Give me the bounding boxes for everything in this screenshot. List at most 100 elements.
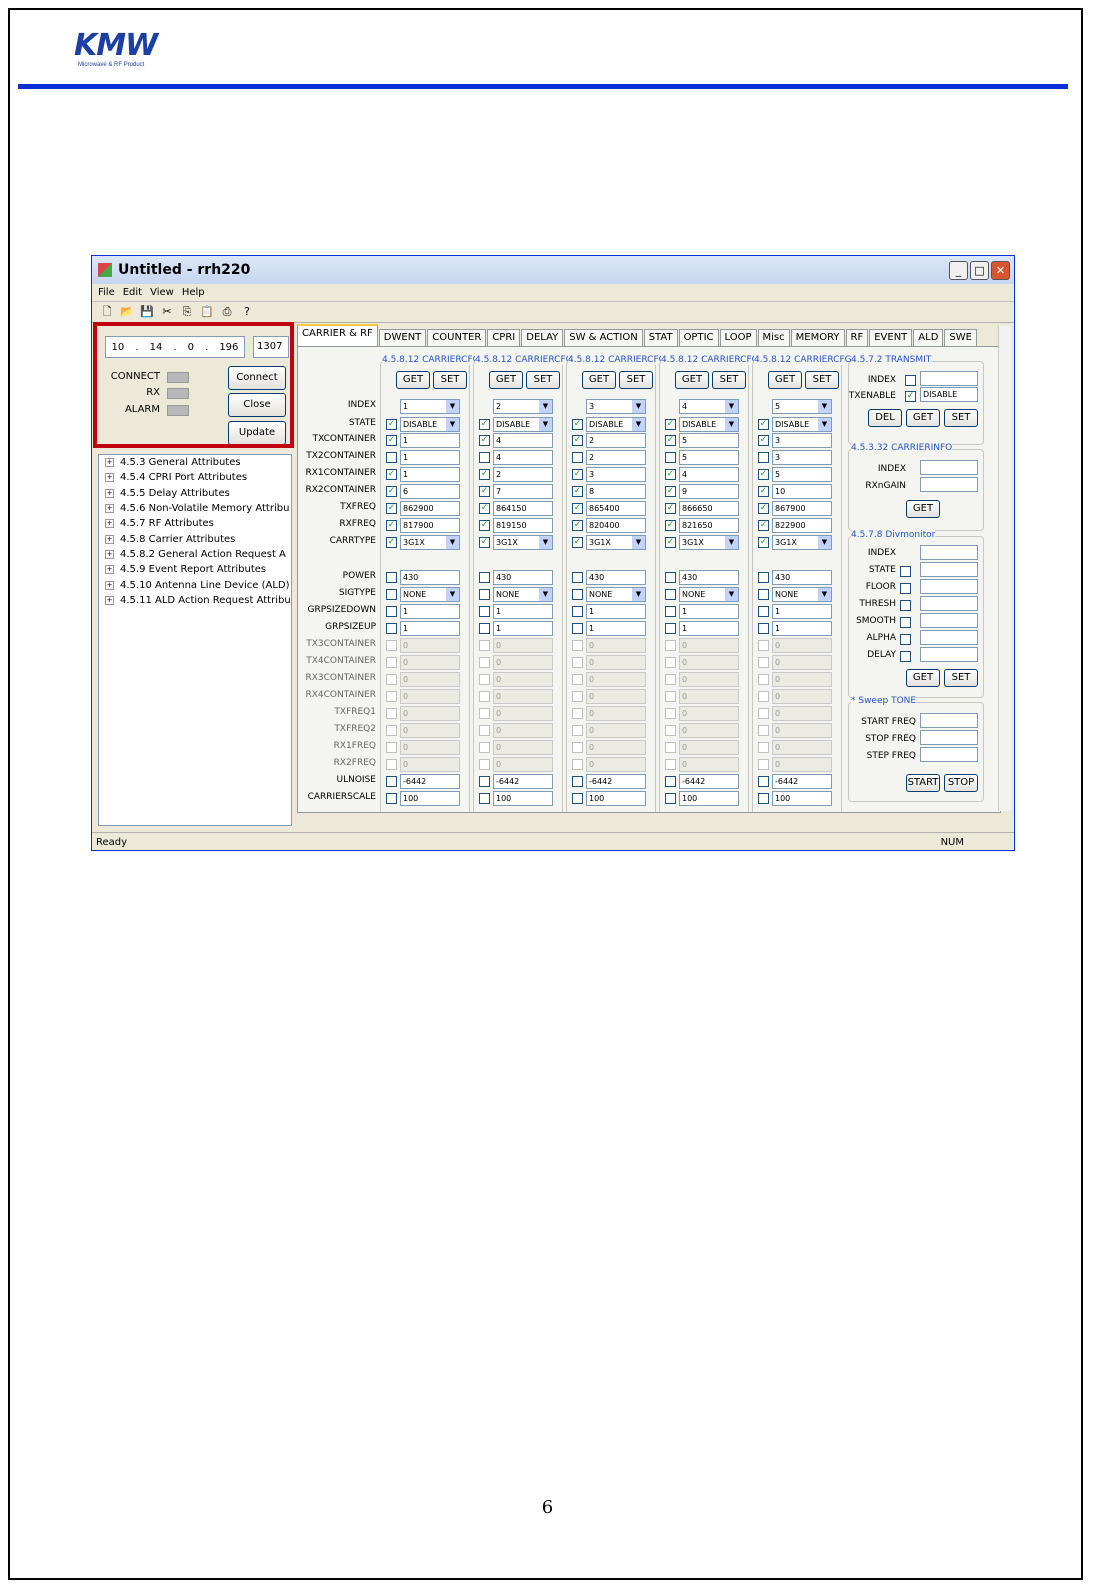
carriercfg-title[interactable]: 4.5.8.12 CARRIERCFG bbox=[661, 355, 759, 365]
dropdown-arrow-icon[interactable]: ▼ bbox=[632, 588, 645, 601]
transmit-index-label[interactable]: INDEX bbox=[818, 375, 896, 385]
value-field[interactable]: 4 bbox=[679, 467, 739, 482]
row-checkbox[interactable]: ✓ bbox=[386, 503, 397, 514]
value-field[interactable]: 3G1X ▼ bbox=[679, 535, 739, 550]
menu-help[interactable]: Help bbox=[182, 287, 205, 298]
value-field[interactable]: 100 bbox=[493, 791, 553, 806]
row-checkbox[interactable] bbox=[386, 589, 397, 600]
transmit-get-button[interactable]: GET bbox=[906, 409, 940, 427]
value-field[interactable]: 862900 bbox=[400, 501, 460, 516]
set-button[interactable]: SET bbox=[712, 371, 746, 389]
value-field[interactable]: 100 bbox=[400, 791, 460, 806]
dropdown-arrow-icon[interactable]: ▼ bbox=[818, 418, 831, 431]
row-checkbox[interactable]: ✓ bbox=[479, 469, 490, 480]
row-checkbox[interactable] bbox=[665, 606, 676, 617]
row-checkbox[interactable] bbox=[758, 606, 769, 617]
value-field[interactable]: DISABLE ▼ bbox=[400, 417, 460, 432]
value-field[interactable]: -6442 bbox=[493, 774, 553, 789]
dropdown-arrow-icon[interactable]: ▼ bbox=[725, 588, 738, 601]
tab-ald[interactable]: ALD bbox=[913, 329, 944, 346]
row-checkbox[interactable]: ✓ bbox=[665, 419, 676, 430]
value-field[interactable]: 5 bbox=[679, 433, 739, 448]
row-label[interactable]: TXFREQ bbox=[298, 502, 376, 512]
value-field[interactable]: 4 ▼ bbox=[679, 399, 739, 414]
divmonitor-label[interactable]: STATE bbox=[818, 565, 896, 575]
expand-icon[interactable]: + bbox=[105, 488, 114, 498]
expand-icon[interactable]: + bbox=[105, 458, 114, 468]
tab-memory[interactable]: MEMORY bbox=[790, 329, 845, 346]
row-checkbox[interactable] bbox=[665, 589, 676, 600]
minimize-icon[interactable]: _ bbox=[949, 260, 968, 280]
expand-icon[interactable]: + bbox=[105, 504, 114, 514]
value-field[interactable]: 3G1X ▼ bbox=[493, 535, 553, 550]
divmonitor-field[interactable] bbox=[920, 613, 978, 628]
get-button[interactable]: GET bbox=[396, 371, 430, 389]
tree-item[interactable]: +4.5.4 CPRI Port Attributes bbox=[99, 470, 291, 485]
set-button[interactable]: SET bbox=[433, 371, 467, 389]
row-checkbox[interactable]: ✓ bbox=[572, 537, 583, 548]
tab-swe[interactable]: SWE bbox=[944, 329, 977, 346]
new-file-icon[interactable]: 🗋 bbox=[100, 305, 114, 319]
row-label[interactable]: TX2CONTAINER bbox=[298, 451, 376, 461]
menu-file[interactable]: File bbox=[98, 287, 115, 298]
row-label[interactable]: RX1FREQ bbox=[298, 741, 376, 751]
row-label[interactable]: RXFREQ bbox=[298, 519, 376, 529]
dropdown-arrow-icon[interactable]: ▼ bbox=[725, 418, 738, 431]
value-field[interactable]: DISABLE ▼ bbox=[493, 417, 553, 432]
transmit-title[interactable]: 4.5.7.2 TRANSMIT bbox=[851, 355, 932, 365]
open-folder-icon[interactable]: 📂 bbox=[120, 305, 134, 319]
tab-event[interactable]: EVENT bbox=[869, 329, 913, 346]
row-checkbox[interactable]: ✓ bbox=[479, 520, 490, 531]
carrierinfo-label[interactable]: INDEX bbox=[828, 464, 906, 474]
row-checkbox[interactable] bbox=[386, 572, 397, 583]
value-field[interactable]: 819150 bbox=[493, 518, 553, 533]
tab-delay[interactable]: DELAY bbox=[521, 329, 564, 346]
value-field[interactable]: 430 bbox=[679, 570, 739, 585]
tab-misc[interactable]: Misc bbox=[757, 329, 790, 346]
sweep-title[interactable]: * Sweep TONE bbox=[851, 696, 917, 706]
value-field[interactable]: 820400 bbox=[586, 518, 646, 533]
tab-loop[interactable]: LOOP bbox=[719, 329, 757, 346]
value-field[interactable]: 1 bbox=[679, 621, 739, 636]
value-field[interactable]: -6442 bbox=[679, 774, 739, 789]
row-checkbox[interactable] bbox=[758, 452, 769, 463]
value-field[interactable]: DISABLE ▼ bbox=[679, 417, 739, 432]
row-checkbox[interactable] bbox=[758, 793, 769, 804]
row-label[interactable]: RX2CONTAINER bbox=[298, 485, 376, 495]
row-checkbox[interactable]: ✓ bbox=[665, 435, 676, 446]
dropdown-arrow-icon[interactable]: ▼ bbox=[725, 400, 738, 413]
row-checkbox[interactable] bbox=[572, 589, 583, 600]
divmonitor-checkbox[interactable] bbox=[900, 583, 911, 594]
carriercfg-title[interactable]: 4.5.8.12 CARRIERCFG bbox=[754, 355, 852, 365]
value-field[interactable]: 9 bbox=[679, 484, 739, 499]
value-field[interactable]: 430 bbox=[493, 570, 553, 585]
row-checkbox[interactable] bbox=[479, 452, 490, 463]
sweep-label[interactable]: STEP FREQ bbox=[838, 751, 916, 761]
value-field[interactable]: 1 ▼ bbox=[400, 399, 460, 414]
value-field[interactable]: 1 bbox=[400, 621, 460, 636]
dropdown-arrow-icon[interactable]: ▼ bbox=[632, 400, 645, 413]
close-icon[interactable]: ✕ bbox=[991, 260, 1010, 280]
value-field[interactable]: 1 bbox=[400, 604, 460, 619]
value-field[interactable]: 1 bbox=[586, 604, 646, 619]
divmonitor-checkbox[interactable] bbox=[900, 566, 911, 577]
row-checkbox[interactable]: ✓ bbox=[665, 469, 676, 480]
value-field[interactable]: NONE ▼ bbox=[586, 587, 646, 602]
value-field[interactable]: 100 bbox=[586, 791, 646, 806]
value-field[interactable]: 1 bbox=[586, 621, 646, 636]
divmonitor-field[interactable] bbox=[920, 562, 978, 577]
value-field[interactable]: -6442 bbox=[400, 774, 460, 789]
value-field[interactable]: 100 bbox=[679, 791, 739, 806]
get-button[interactable]: GET bbox=[675, 371, 709, 389]
row-label[interactable]: TX3CONTAINER bbox=[298, 639, 376, 649]
tab-rf[interactable]: RF bbox=[845, 329, 869, 346]
row-checkbox[interactable]: ✓ bbox=[758, 469, 769, 480]
dropdown-arrow-icon[interactable]: ▼ bbox=[539, 588, 552, 601]
row-checkbox[interactable]: ✓ bbox=[665, 520, 676, 531]
carriercfg-title[interactable]: 4.5.8.12 CARRIERCFG bbox=[475, 355, 573, 365]
row-checkbox[interactable] bbox=[386, 776, 397, 787]
row-checkbox[interactable]: ✓ bbox=[572, 419, 583, 430]
divmonitor-label[interactable]: FLOOR bbox=[818, 582, 896, 592]
value-field[interactable]: 1 bbox=[400, 467, 460, 482]
tree-item[interactable]: +4.5.5 Delay Attributes bbox=[99, 486, 291, 501]
